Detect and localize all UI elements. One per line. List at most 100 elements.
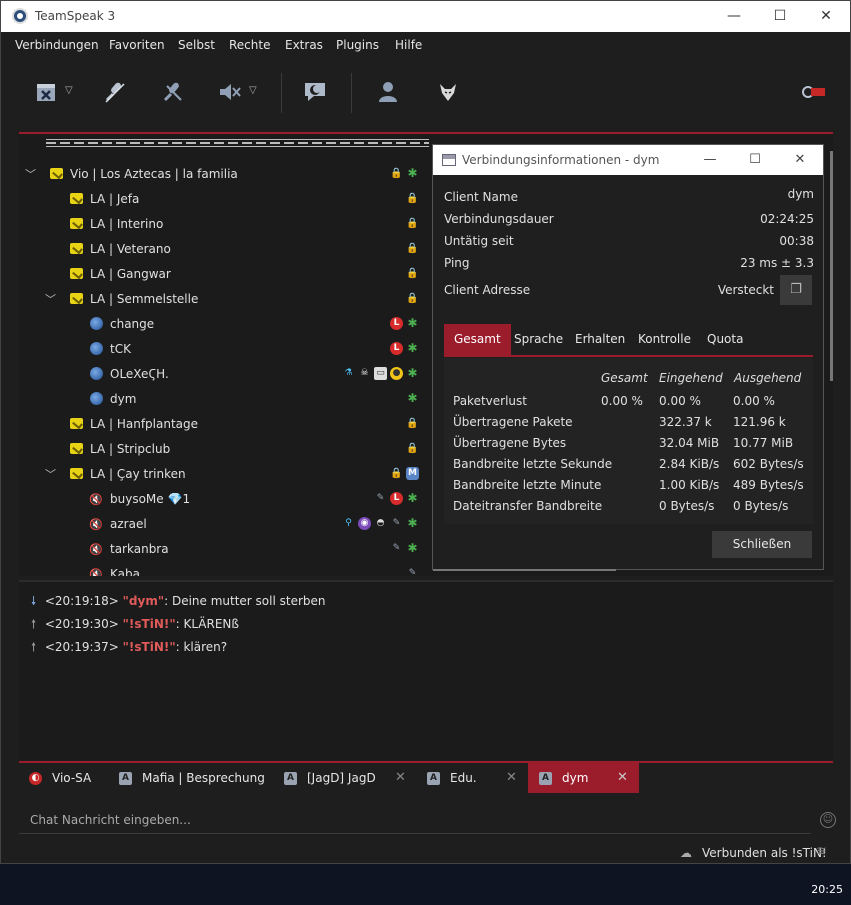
disconnect-icon[interactable] (34, 79, 60, 105)
dialog-maximize-button[interactable]: ☐ (732, 145, 778, 175)
user-row[interactable]: 🔇 buysoMe 💎1 L (19, 486, 419, 511)
chat-nick[interactable]: "dym" (123, 594, 164, 608)
stats-ein: 322.37 k (659, 415, 712, 429)
menu-hilfe[interactable]: Hilfe (395, 38, 422, 52)
chevron-down-icon[interactable]: ﹀ (25, 166, 36, 182)
maximize-button[interactable]: ☐ (757, 1, 803, 32)
arrow-up-icon: 🠕 (31, 640, 37, 654)
chat-nick[interactable]: "!sTiN!" (123, 640, 176, 654)
menu-plugins[interactable]: Plugins (336, 38, 379, 52)
moderated-icon: M (406, 467, 419, 480)
menu-verbindungen[interactable]: Verbindungen (15, 38, 99, 52)
microphone-off-icon[interactable] (160, 79, 186, 105)
info-value: dym (787, 187, 814, 201)
channel-icon (70, 218, 83, 229)
leaf-icon (406, 367, 419, 380)
close-button[interactable]: Schließen (712, 531, 812, 558)
channel-label: LA | Semmelstelle (90, 291, 199, 306)
close-window-button[interactable]: ✕ (803, 1, 849, 32)
chevron-down-icon[interactable]: ﹀ (45, 291, 56, 307)
lock-icon (406, 267, 419, 280)
channel-row[interactable]: ﹀ Vio | Los Aztecas | la familia (19, 161, 419, 186)
channel-row[interactable]: LA | Hanfplantage (19, 411, 419, 436)
user-row[interactable]: change L (19, 311, 419, 336)
speaker-muted-icon: 🔇 (89, 567, 103, 577)
user-contacts-icon[interactable] (375, 79, 401, 105)
channel-row[interactable]: LA | Gangwar (19, 261, 419, 286)
teamspeak-logo-icon (12, 8, 28, 24)
connection-status: Verbunden als !sTiN! (702, 846, 827, 860)
server-banner-icon[interactable] (801, 79, 827, 105)
emoji-icon[interactable]: ☺ (820, 812, 836, 828)
close-tab-icon[interactable]: ✕ (617, 763, 628, 793)
row-icons (406, 261, 419, 286)
user-row[interactable]: 🔇 tarkanbra (19, 536, 419, 561)
tab-gesamt[interactable]: Gesamt (444, 324, 511, 355)
user-label: buysoMe 💎1 (110, 492, 190, 506)
channel-row[interactable]: LA | Stripclub (19, 436, 419, 461)
chat-nick[interactable]: "!sTiN!" (123, 617, 176, 631)
tab-quota[interactable]: Quota (697, 324, 753, 355)
chat-tab-channel[interactable]: A Edu. ✕ (427, 763, 527, 793)
connection-info-dialog: Verbindungsinformationen - dym — ☐ ✕ Cli… (432, 144, 824, 571)
chat-tab-active[interactable]: Adym ✕ (528, 763, 639, 793)
close-tab-icon[interactable]: ✕ (395, 763, 406, 793)
row-icons: L (374, 486, 419, 511)
info-value: 00:38 (779, 234, 814, 248)
info-value: 23 ms ± 3.3 (740, 256, 814, 270)
stats-row: Übertragene Pakete 322.37 k 121.96 k (453, 415, 808, 433)
title-bar: TeamSpeak 3 — ☐ ✕ (1, 1, 850, 32)
row-icons (406, 186, 419, 211)
channel-icon (70, 468, 83, 479)
menu-selbst[interactable]: Selbst (178, 38, 215, 52)
row-icons (406, 236, 419, 261)
dialog-close-button[interactable]: ✕ (777, 145, 823, 175)
channel-a-icon: A (427, 772, 440, 785)
user-row[interactable]: dym (19, 386, 419, 411)
menu-favoriten[interactable]: Favoriten (109, 38, 165, 52)
away-chat-icon[interactable] (302, 79, 328, 105)
channel-label: LA | Veterano (90, 241, 171, 256)
copy-address-button[interactable]: ❐ (780, 275, 812, 305)
chat-tab-channel[interactable]: A Mafia | Besprechung (119, 763, 279, 793)
wolf-plugin-icon[interactable] (435, 79, 461, 105)
dialog-minimize-button[interactable]: — (687, 145, 733, 175)
stats-aus: 0 Bytes/s (733, 499, 789, 513)
chat-text: : KLÄRENß (175, 617, 239, 631)
chat-input[interactable]: Chat Nachricht eingeben... (19, 806, 811, 834)
channel-row[interactable]: LA | Veterano (19, 236, 419, 261)
user-row[interactable]: 🔇 Kaba (19, 561, 419, 577)
user-row[interactable]: 🔇 azrael ⚲ ◉ ◓ (19, 511, 419, 536)
channel-row[interactable]: LA | Interino (19, 211, 419, 236)
stats-ein: 0.00 % (659, 394, 701, 408)
tree-scrollbar[interactable] (830, 151, 833, 381)
chevron-down-icon[interactable]: ﹀ (45, 466, 56, 482)
speaker-mute-icon[interactable] (217, 79, 243, 105)
info-address: Client Adresse Versteckt (444, 283, 774, 301)
channel-row[interactable]: ﹀ LA | Çay trinken M (19, 461, 419, 486)
menu-bar: Verbindungen Favoriten Selbst Rechte Ext… (1, 32, 850, 58)
minimize-button[interactable]: — (711, 1, 757, 32)
badge-icon: ▭ (374, 367, 387, 380)
close-tab-icon[interactable]: ✕ (506, 763, 517, 793)
chevron-down-icon[interactable]: ▽ (65, 85, 73, 96)
menu-extras[interactable]: Extras (285, 38, 323, 52)
dialog-scrollbar[interactable] (433, 569, 616, 571)
lock-icon (406, 442, 419, 455)
user-row[interactable]: tCK L (19, 336, 419, 361)
channel-row[interactable]: ﹀ LA | Semmelstelle (19, 286, 419, 311)
chat-tab-channel[interactable]: A [JagD] JagD ✕ (284, 763, 414, 793)
user-row[interactable]: OLeXeϚH. ⚗ ☠ ▭ ● (19, 361, 419, 386)
menu-rechte[interactable]: Rechte (229, 38, 270, 52)
channel-row[interactable]: LA | Jefa (19, 186, 419, 211)
tab-sprache[interactable]: Sprache (504, 324, 573, 355)
tab-erhalten[interactable]: Erhalten (565, 324, 635, 355)
mute-microphone-icon[interactable] (102, 79, 128, 105)
tab-kontrolle[interactable]: Kontrolle (628, 324, 701, 355)
stats-aus: 121.96 k (733, 415, 786, 429)
chat-tab-server[interactable]: ◐ Vio-SA (29, 763, 119, 793)
speaker-muted-icon: 🔇 (89, 542, 103, 556)
row-icons (406, 211, 419, 236)
chevron-down-icon[interactable]: ▽ (249, 85, 257, 96)
channel-icon (70, 293, 83, 304)
